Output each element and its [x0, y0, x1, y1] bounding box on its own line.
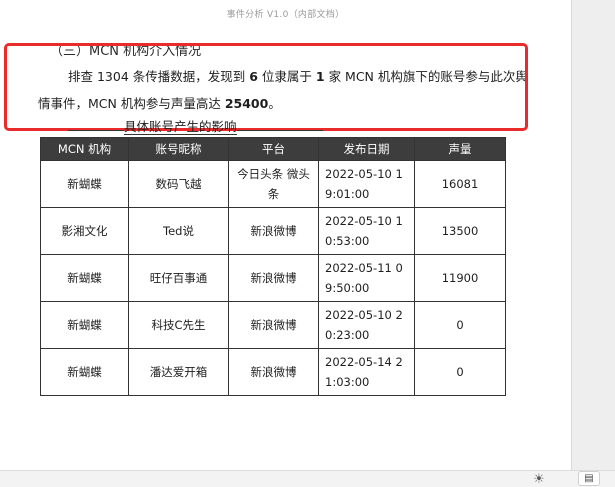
- cell-platform[interactable]: 新浪微博: [228, 207, 319, 255]
- cell-platform[interactable]: 新浪微博: [228, 254, 319, 302]
- right-gutter: [571, 0, 615, 470]
- table-row: 新蝴蝶 科技C先生 新浪微博 2022-05-10 20:23:00 0: [40, 301, 506, 349]
- cell-org[interactable]: 新蝴蝶: [40, 254, 129, 302]
- cell-platform[interactable]: 今日头条 微头条: [228, 160, 319, 208]
- status-bar: [0, 470, 615, 487]
- table-caption: 具体账号产生的影响: [68, 116, 323, 135]
- table-row: 新蝴蝶 潘达爱开箱 新浪微博 2022-05-14 21:03:00 0: [40, 348, 506, 396]
- cell-date[interactable]: 2022-05-14 21:03:00: [318, 348, 415, 396]
- caption-underline-right: [236, 118, 323, 131]
- cell-account[interactable]: Ted说: [128, 207, 229, 255]
- header-platform: 平台: [228, 137, 319, 161]
- sun-icon[interactable]: ☀: [532, 473, 546, 487]
- cell-org[interactable]: 影湘文化: [40, 207, 129, 255]
- cell-org[interactable]: 新蝴蝶: [40, 348, 129, 396]
- header-org: MCN 机构: [40, 137, 129, 161]
- cell-platform[interactable]: 新浪微博: [228, 348, 319, 396]
- cell-account[interactable]: 数码飞越: [128, 160, 229, 208]
- caption-text: 具体账号产生的影响: [124, 119, 237, 135]
- header-date: 发布日期: [318, 137, 415, 161]
- cell-volume[interactable]: 0: [414, 348, 506, 396]
- cell-platform[interactable]: 新浪微博: [228, 301, 319, 349]
- document-view-icon[interactable]: ▤: [578, 471, 600, 486]
- page-edge: [571, 0, 572, 470]
- table-row: 新蝴蝶 数码飞越 今日头条 微头条 2022-05-10 19:01:00 16…: [40, 160, 506, 208]
- cell-account[interactable]: 潘达爱开箱: [128, 348, 229, 396]
- cell-org[interactable]: 新蝴蝶: [40, 160, 129, 208]
- cell-date[interactable]: 2022-05-10 20:23:00: [318, 301, 415, 349]
- cell-account[interactable]: 旺仔百事通: [128, 254, 229, 302]
- table-header-row: MCN 机构 账号昵称 平台 发布日期 声量: [40, 137, 506, 161]
- cell-volume[interactable]: 0: [414, 301, 506, 349]
- cell-account[interactable]: 科技C先生: [128, 301, 229, 349]
- mcn-table[interactable]: MCN 机构 账号昵称 平台 发布日期 声量 新蝴蝶 数码飞越 今日头条 微头条…: [40, 137, 506, 396]
- page-header: 事件分析 V1.0（内部文档）: [226, 10, 345, 20]
- cell-org[interactable]: 新蝴蝶: [40, 301, 129, 349]
- table-row: 影湘文化 Ted说 新浪微博 2022-05-10 10:53:00 13500: [40, 207, 506, 255]
- header-account: 账号昵称: [128, 137, 229, 161]
- table-row: 新蝴蝶 旺仔百事通 新浪微博 2022-05-11 09:50:00 11900: [40, 254, 506, 302]
- header-volume: 声量: [414, 137, 506, 161]
- cell-date[interactable]: 2022-05-10 19:01:00: [318, 160, 415, 208]
- cell-volume[interactable]: 16081: [414, 160, 506, 208]
- cell-volume[interactable]: 13500: [414, 207, 506, 255]
- cell-volume[interactable]: 11900: [414, 254, 506, 302]
- caption-underline-left: [68, 118, 124, 131]
- cell-date[interactable]: 2022-05-11 09:50:00: [318, 254, 415, 302]
- cell-date[interactable]: 2022-05-10 10:53:00: [318, 207, 415, 255]
